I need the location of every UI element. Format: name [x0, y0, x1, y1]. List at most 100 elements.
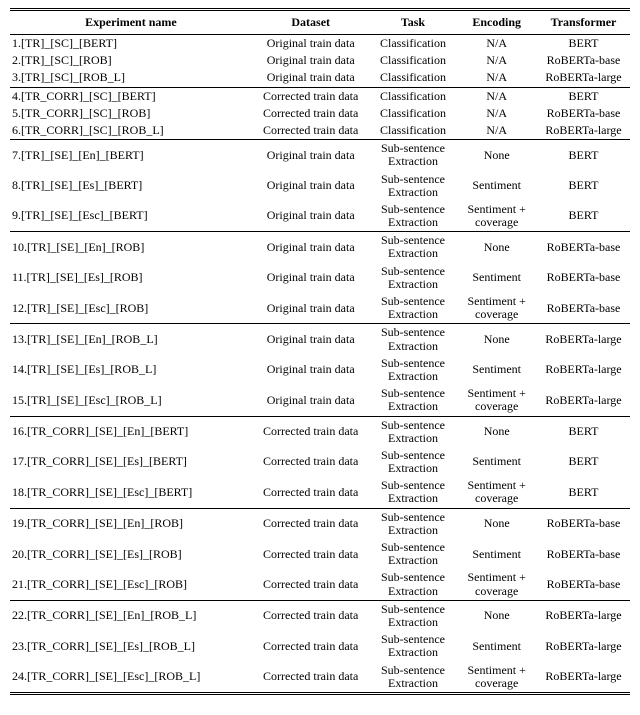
cell-task: Sub-sentenceExtraction: [370, 600, 457, 631]
cell-task: Sub-sentenceExtraction: [370, 385, 457, 416]
cell-experiment-name: 3.[TR]_[SC]_[ROB_L]: [10, 69, 252, 87]
cell-dataset: Original train data: [252, 201, 370, 232]
cell-task: Sub-sentenceExtraction: [370, 416, 457, 447]
cell-dataset: Original train data: [252, 171, 370, 201]
cell-transformer: BERT: [537, 447, 630, 477]
cell-transformer: BERT: [537, 140, 630, 171]
experiments-table: Experiment name Dataset Task Encoding Tr…: [10, 8, 630, 695]
cell-transformer: RoBERTa-base: [537, 539, 630, 569]
cell-transformer: BERT: [537, 477, 630, 508]
cell-dataset: Corrected train data: [252, 105, 370, 122]
cell-encoding: Sentiment: [456, 539, 537, 569]
cell-experiment-name: 20.[TR_CORR]_[SE]_[Es]_[ROB]: [10, 539, 252, 569]
cell-encoding: Sentiment +coverage: [456, 201, 537, 232]
cell-dataset: Corrected train data: [252, 508, 370, 539]
cell-task: Sub-sentenceExtraction: [370, 140, 457, 171]
cell-experiment-name: 15.[TR]_[SE]_[Esc]_[ROB_L]: [10, 385, 252, 416]
cell-transformer: RoBERTa-base: [537, 105, 630, 122]
table-row: 24.[TR_CORR]_[SE]_[Esc]_[ROB_L]Corrected…: [10, 662, 630, 694]
table-row: 20.[TR_CORR]_[SE]_[Es]_[ROB]Corrected tr…: [10, 539, 630, 569]
cell-encoding: None: [456, 508, 537, 539]
cell-experiment-name: 4.[TR_CORR]_[SC]_[BERT]: [10, 87, 252, 105]
table-row: 18.[TR_CORR]_[SE]_[Esc]_[BERT]Corrected …: [10, 477, 630, 508]
cell-encoding: N/A: [456, 87, 537, 105]
cell-experiment-name: 16.[TR_CORR]_[SE]_[En]_[BERT]: [10, 416, 252, 447]
table-row: 14.[TR]_[SE]_[Es]_[ROB_L]Original train …: [10, 355, 630, 385]
cell-task: Sub-sentenceExtraction: [370, 569, 457, 600]
cell-dataset: Original train data: [252, 35, 370, 53]
table-row: 3.[TR]_[SC]_[ROB_L]Original train dataCl…: [10, 69, 630, 87]
cell-transformer: RoBERTa-base: [537, 293, 630, 324]
cell-transformer: RoBERTa-large: [537, 600, 630, 631]
cell-encoding: None: [456, 140, 537, 171]
experiments-table-wrap: Experiment name Dataset Task Encoding Tr…: [0, 0, 640, 715]
table-row: 2.[TR]_[SC]_[ROB]Original train dataClas…: [10, 52, 630, 69]
col-dataset: Dataset: [252, 10, 370, 35]
table-row: 4.[TR_CORR]_[SC]_[BERT]Corrected train d…: [10, 87, 630, 105]
col-experiment-name: Experiment name: [10, 10, 252, 35]
cell-experiment-name: 5.[TR_CORR]_[SC]_[ROB]: [10, 105, 252, 122]
cell-dataset: Original train data: [252, 293, 370, 324]
cell-task: Classification: [370, 52, 457, 69]
table-row: 8.[TR]_[SE]_[Es]_[BERT]Original train da…: [10, 171, 630, 201]
cell-task: Sub-sentenceExtraction: [370, 324, 457, 355]
cell-task: Sub-sentenceExtraction: [370, 355, 457, 385]
cell-dataset: Original train data: [252, 140, 370, 171]
cell-task: Sub-sentenceExtraction: [370, 508, 457, 539]
cell-task: Classification: [370, 105, 457, 122]
cell-dataset: Corrected train data: [252, 416, 370, 447]
cell-encoding: None: [456, 324, 537, 355]
cell-encoding: Sentiment: [456, 631, 537, 661]
cell-experiment-name: 6.[TR_CORR]_[SC]_[ROB_L]: [10, 122, 252, 140]
table-row: 19.[TR_CORR]_[SE]_[En]_[ROB]Corrected tr…: [10, 508, 630, 539]
table-row: 7.[TR]_[SE]_[En]_[BERT]Original train da…: [10, 140, 630, 171]
cell-task: Sub-sentenceExtraction: [370, 293, 457, 324]
table-row: 23.[TR_CORR]_[SE]_[Es]_[ROB_L]Corrected …: [10, 631, 630, 661]
cell-experiment-name: 13.[TR]_[SE]_[En]_[ROB_L]: [10, 324, 252, 355]
cell-experiment-name: 19.[TR_CORR]_[SE]_[En]_[ROB]: [10, 508, 252, 539]
table-row: 16.[TR_CORR]_[SE]_[En]_[BERT]Corrected t…: [10, 416, 630, 447]
cell-experiment-name: 7.[TR]_[SE]_[En]_[BERT]: [10, 140, 252, 171]
cell-task: Sub-sentenceExtraction: [370, 662, 457, 694]
cell-transformer: RoBERTa-base: [537, 52, 630, 69]
cell-dataset: Corrected train data: [252, 87, 370, 105]
cell-dataset: Corrected train data: [252, 477, 370, 508]
table-row: 13.[TR]_[SE]_[En]_[ROB_L]Original train …: [10, 324, 630, 355]
table-row: 12.[TR]_[SE]_[Esc]_[ROB]Original train d…: [10, 293, 630, 324]
cell-task: Sub-sentenceExtraction: [370, 447, 457, 477]
cell-task: Classification: [370, 69, 457, 87]
cell-task: Sub-sentenceExtraction: [370, 171, 457, 201]
cell-encoding: N/A: [456, 122, 537, 140]
cell-dataset: Corrected train data: [252, 631, 370, 661]
cell-dataset: Original train data: [252, 355, 370, 385]
cell-dataset: Corrected train data: [252, 600, 370, 631]
cell-dataset: Corrected train data: [252, 122, 370, 140]
cell-task: Sub-sentenceExtraction: [370, 232, 457, 263]
cell-experiment-name: 10.[TR]_[SE]_[En]_[ROB]: [10, 232, 252, 263]
cell-experiment-name: 2.[TR]_[SC]_[ROB]: [10, 52, 252, 69]
table-row: 6.[TR_CORR]_[SC]_[ROB_L]Corrected train …: [10, 122, 630, 140]
cell-encoding: Sentiment: [456, 263, 537, 293]
cell-transformer: RoBERTa-large: [537, 324, 630, 355]
cell-dataset: Original train data: [252, 324, 370, 355]
cell-transformer: RoBERTa-large: [537, 662, 630, 694]
table-row: 11.[TR]_[SE]_[Es]_[ROB]Original train da…: [10, 263, 630, 293]
cell-dataset: Original train data: [252, 52, 370, 69]
cell-transformer: RoBERTa-large: [537, 122, 630, 140]
table-header-row: Experiment name Dataset Task Encoding Tr…: [10, 10, 630, 35]
col-transformer: Transformer: [537, 10, 630, 35]
cell-transformer: BERT: [537, 416, 630, 447]
cell-experiment-name: 14.[TR]_[SE]_[Es]_[ROB_L]: [10, 355, 252, 385]
cell-dataset: Corrected train data: [252, 662, 370, 694]
col-encoding: Encoding: [456, 10, 537, 35]
table-row: 5.[TR_CORR]_[SC]_[ROB]Corrected train da…: [10, 105, 630, 122]
cell-dataset: Original train data: [252, 69, 370, 87]
table-row: 22.[TR_CORR]_[SE]_[En]_[ROB_L]Corrected …: [10, 600, 630, 631]
cell-experiment-name: 11.[TR]_[SE]_[Es]_[ROB]: [10, 263, 252, 293]
cell-encoding: Sentiment: [456, 447, 537, 477]
table-row: 15.[TR]_[SE]_[Esc]_[ROB_L]Original train…: [10, 385, 630, 416]
cell-transformer: BERT: [537, 201, 630, 232]
cell-task: Sub-sentenceExtraction: [370, 201, 457, 232]
cell-task: Sub-sentenceExtraction: [370, 539, 457, 569]
cell-task: Sub-sentenceExtraction: [370, 631, 457, 661]
